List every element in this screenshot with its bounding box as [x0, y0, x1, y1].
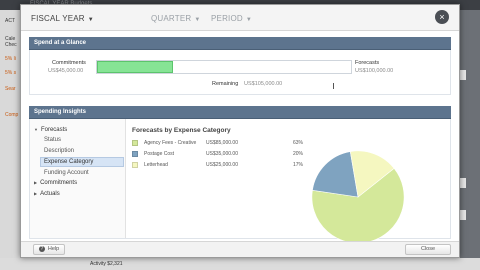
close-icon[interactable]: × — [435, 10, 449, 24]
legend-row: Postage Cost US$35,000.00 20% — [132, 151, 303, 157]
legend-swatch — [132, 151, 138, 157]
commitments-fill — [97, 61, 174, 73]
tab-label: PERIOD — [211, 14, 243, 23]
triangle-down-icon: ▼ — [34, 127, 38, 132]
background-label: Comp — [5, 112, 19, 118]
triangle-right-icon: ▶ — [34, 180, 38, 185]
legend-label: Agency Fees - Creative — [144, 140, 197, 146]
commitments-value: US$45,000.00 — [48, 68, 84, 74]
chevron-down-icon: ▼ — [194, 17, 201, 23]
triangle-right-icon: ▶ — [34, 191, 38, 196]
tab-label: FISCAL YEAR — [31, 14, 85, 23]
modal-footer: ? Help Close — [21, 241, 459, 257]
legend-swatch — [132, 162, 138, 168]
expense-category-pie-chart — [311, 150, 405, 244]
help-label: Help — [47, 246, 60, 252]
legend-row: Agency Fees - Creative US$85,000.00 63% — [132, 140, 303, 146]
nav-item-description[interactable]: Description — [44, 148, 74, 154]
chart-title: Forecasts by Expense Category — [132, 127, 231, 134]
legend-percent: 20% — [293, 151, 304, 157]
background-bottom-text: Activity $2,321 — [90, 261, 123, 267]
spending-insights-header: Spending Insights — [29, 106, 451, 119]
background-label: Chec — [5, 42, 17, 48]
modal-header: FISCAL YEAR ▼ QUARTER ▼ PERIOD ▼ × — [21, 5, 459, 31]
tab-quarter[interactable]: QUARTER ▼ — [151, 14, 201, 23]
tab-fiscal-year[interactable]: FISCAL YEAR ▼ — [31, 14, 94, 23]
help-icon: ? — [38, 245, 45, 252]
legend-label: Letterhead — [144, 162, 168, 168]
chevron-down-icon: ▼ — [87, 17, 94, 23]
forecasts-label: Forecasts — [355, 60, 380, 66]
spend-at-a-glance-panel: Commitments US$45,000.00 Forecasts US$10… — [29, 50, 451, 95]
nav-item-forecasts[interactable]: ▼ Forecasts — [34, 127, 67, 133]
background-label: 5% li — [5, 56, 16, 62]
remaining-marker — [333, 83, 334, 89]
help-button[interactable]: ? Help — [33, 244, 65, 255]
spending-modal: FISCAL YEAR ▼ QUARTER ▼ PERIOD ▼ × Spend at… — [20, 4, 460, 258]
nav-label: Actuals — [40, 191, 60, 197]
nav-item-actuals[interactable]: ▶ Actuals — [34, 191, 60, 197]
legend-percent: 17% — [293, 162, 304, 168]
legend-amount: US$85,000.00 — [206, 140, 238, 146]
background-label: Sear — [5, 86, 16, 92]
chevron-down-icon: ▼ — [245, 17, 253, 23]
background-right-panel — [458, 10, 480, 266]
legend-amount: US$35,000.00 — [206, 151, 238, 157]
nav-label: Commitments — [40, 180, 78, 186]
spending-insights-panel: ▼ Forecasts Status Description Expense Ca… — [29, 119, 451, 244]
nav-item-funding-account[interactable]: Funding Account — [44, 170, 89, 176]
spend-progress-bar — [96, 60, 352, 89]
background-label: 5% s — [5, 70, 17, 76]
spend-at-a-glance-header: Spend at a Glance — [29, 37, 451, 50]
section-title: Spending Insights — [34, 109, 86, 115]
background-status-bar: Activity $2,321 — [0, 258, 480, 270]
legend-percent: 63% — [293, 140, 304, 146]
close-button[interactable]: Close — [405, 244, 451, 255]
remaining-label: Remaining — [212, 81, 239, 87]
nav-item-expense-category[interactable]: Expense Category — [40, 157, 124, 167]
insights-nav: ▼ Forecasts Status Description Expense Ca… — [30, 119, 126, 238]
section-title: Spend at a Glance — [34, 40, 87, 46]
legend-label: Postage Cost — [144, 151, 175, 157]
tab-label: QUARTER — [151, 14, 192, 23]
remaining-value: US$105,000.00 — [244, 81, 283, 87]
tab-period[interactable]: PERIOD ▼ — [211, 14, 252, 23]
legend-row: Letterhead US$25,000.00 17% — [132, 162, 303, 168]
nav-label: Forecasts — [40, 127, 68, 133]
background-label: ACT — [5, 18, 15, 24]
nav-item-status[interactable]: Status — [44, 137, 61, 143]
forecasts-value: US$100,000.00 — [355, 68, 394, 74]
nav-item-commitments[interactable]: ▶ Commitments — [34, 180, 77, 186]
legend-swatch — [132, 140, 138, 146]
legend-amount: US$25,000.00 — [206, 162, 238, 168]
commitments-label: Commitments — [52, 60, 86, 66]
